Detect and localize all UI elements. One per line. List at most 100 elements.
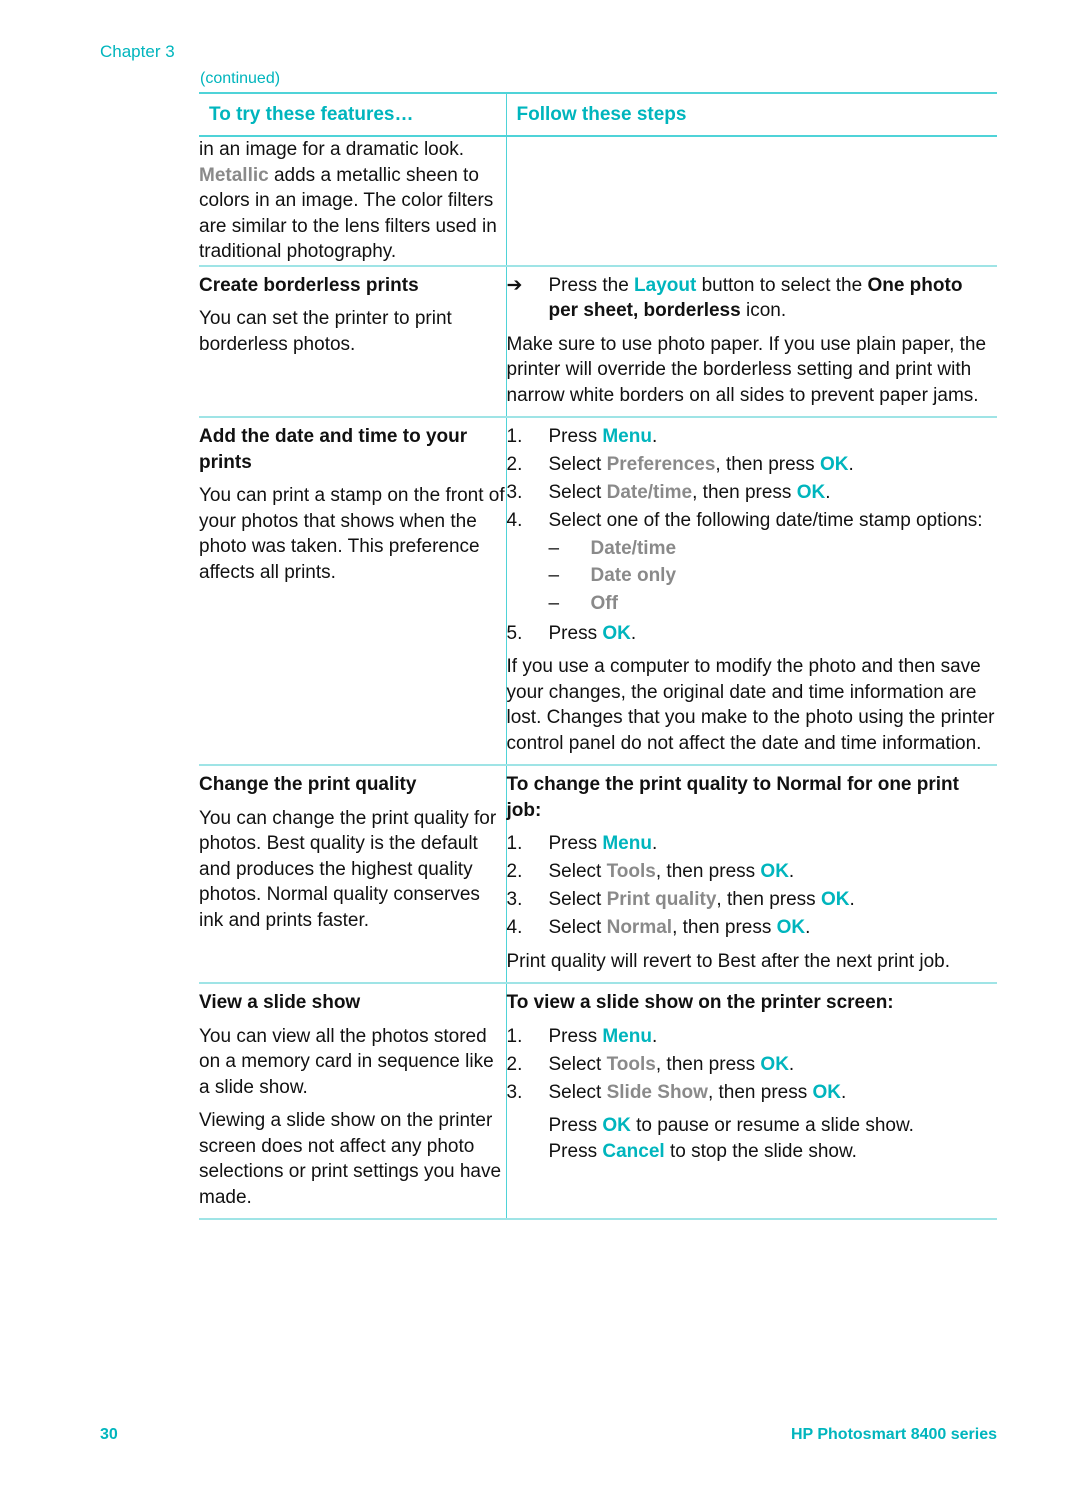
steps-cell: 1. Press Menu. 2. Select Preferences, th…: [506, 417, 998, 766]
button-term: OK: [820, 889, 850, 910]
step-text: .: [651, 833, 658, 854]
col-header-steps: Follow these steps: [506, 92, 997, 137]
menu-term: Print quality: [606, 889, 717, 910]
table-row-date-time: Add the date and time to your prints You…: [199, 417, 998, 766]
steps-heading: To change the print quality to Normal fo…: [506, 774, 959, 821]
option-label: Date/time: [590, 537, 677, 559]
feature-description: You can set the printer to print borderl…: [199, 308, 452, 355]
step-text: Press: [548, 1115, 603, 1136]
button-term: Menu: [602, 833, 652, 854]
feature-description: You can change the print quality for pho…: [199, 807, 497, 931]
step-number: 1.: [506, 426, 523, 447]
step-text: Press: [548, 622, 603, 644]
step-text: Press: [548, 1025, 603, 1047]
steps-list: 1. Press Menu. 2. Select Tools, then pre…: [507, 1024, 998, 1106]
steps-cell: ➔ Press the Layout button to select the …: [506, 265, 998, 418]
step-text: button to select the: [696, 274, 868, 296]
step-number: 2.: [506, 1053, 523, 1075]
table-row-borderless: Create borderless prints You can set the…: [199, 265, 998, 418]
arrow-right-icon: ➔: [506, 274, 523, 296]
feature-description: You can print a stamp on the front of yo…: [199, 485, 505, 583]
step-note: If you use a computer to modify the phot…: [506, 656, 995, 754]
steps-cell: To change the print quality to Normal fo…: [506, 765, 998, 984]
button-term: OK: [812, 1081, 842, 1103]
button-term: OK: [819, 454, 849, 475]
feature-title: Change the print quality: [199, 774, 417, 795]
step-text: , then press: [655, 861, 761, 882]
step-text: .: [848, 454, 854, 475]
button-term: OK: [760, 1053, 789, 1075]
ui-term-metallic: Metallic: [199, 164, 269, 186]
button-term: Menu: [602, 1025, 652, 1047]
feature-cell: View a slide show You can view all the p…: [199, 983, 507, 1220]
dash-bullet: –: [548, 537, 560, 559]
step-item: 2. Select Tools, then press OK.: [507, 1052, 998, 1078]
step-number: 2.: [506, 454, 523, 475]
step-text: .: [788, 861, 795, 882]
step-item: 4. Select Normal, then press OK.: [507, 915, 998, 941]
features-table: To try these features… Follow these step…: [199, 92, 997, 1220]
menu-term: Slide Show: [606, 1081, 708, 1103]
step-number: 3.: [506, 889, 523, 910]
feature-cell: Add the date and time to your prints You…: [199, 417, 507, 766]
button-term: OK: [602, 622, 631, 644]
feature-title: View a slide show: [199, 992, 361, 1013]
table-header-row: To try these features… Follow these step…: [199, 92, 997, 137]
step-text: , then press: [655, 1053, 761, 1075]
steps-heading: To view a slide show on the printer scre…: [506, 992, 894, 1013]
table-row-print-quality: Change the print quality You can change …: [199, 765, 998, 984]
step-text: , then press: [672, 917, 777, 938]
steps-list: 1. Press Menu. 2. Select Tools, then pre…: [507, 831, 998, 941]
page-number: 30: [100, 1426, 118, 1443]
step-number: 4.: [506, 510, 523, 531]
step-text: Select: [548, 861, 607, 882]
step-extra: Press OK to pause or resume a slide show…: [507, 1113, 998, 1164]
chapter-label: Chapter 3: [100, 42, 175, 61]
option-item: – Date only: [549, 563, 998, 589]
menu-term: Tools: [606, 1053, 656, 1075]
arrow-step: ➔ Press the Layout button to select the …: [507, 273, 998, 324]
button-term: Cancel: [602, 1140, 665, 1162]
option-item: – Date/time: [549, 536, 998, 562]
step-text: Select one of the following date/time st…: [548, 510, 983, 531]
button-term-layout: Layout: [634, 274, 697, 296]
button-term: OK: [776, 917, 806, 938]
dash-bullet: –: [548, 592, 560, 614]
step-text: Select: [548, 917, 607, 938]
button-term: OK: [602, 1115, 631, 1136]
menu-term: Preferences: [606, 454, 716, 475]
step-item: 3. Select Slide Show, then press OK.: [507, 1080, 998, 1106]
steps-list: 1. Press Menu. 2. Select Preferences, th…: [507, 424, 998, 646]
step-number: 1.: [506, 833, 523, 854]
feature-cell: Change the print quality You can change …: [199, 765, 507, 984]
button-term: Menu: [602, 426, 652, 447]
step-text: , then press: [715, 454, 820, 475]
step-text: .: [849, 889, 855, 910]
step-text: Press: [548, 426, 603, 447]
feature-description: Viewing a slide show on the printer scre…: [199, 1110, 502, 1208]
step-note: Print quality will revert to Best after …: [506, 950, 951, 972]
step-text: , then press: [716, 889, 821, 910]
step-text: .: [841, 1081, 847, 1103]
step-item: 1. Press Menu.: [507, 831, 998, 857]
menu-term: Normal: [606, 917, 673, 938]
dash-bullet: –: [548, 565, 560, 586]
step-number: 5.: [506, 622, 523, 644]
button-term: OK: [796, 482, 826, 503]
step-text: Select: [548, 889, 607, 910]
step-text: , then press: [707, 1081, 813, 1103]
step-text: Select: [548, 482, 607, 503]
step-text: .: [825, 482, 831, 503]
feature-title: Add the date and time to your prints: [199, 426, 468, 473]
feature-description: You can view all the photos stored on a …: [199, 1025, 494, 1098]
step-item: 3. Select Date/time, then press OK.: [507, 480, 998, 506]
step-item: 5. Press OK.: [507, 621, 998, 647]
option-item: – Off: [549, 591, 998, 617]
step-text: .: [805, 917, 811, 938]
step-text: icon.: [740, 300, 787, 321]
step-number: 1.: [506, 1025, 523, 1047]
step-item: 2. Select Preferences, then press OK.: [507, 452, 998, 478]
step-number: 3.: [506, 1081, 523, 1103]
menu-term: Date/time: [606, 482, 693, 503]
step-number: 3.: [506, 482, 523, 503]
